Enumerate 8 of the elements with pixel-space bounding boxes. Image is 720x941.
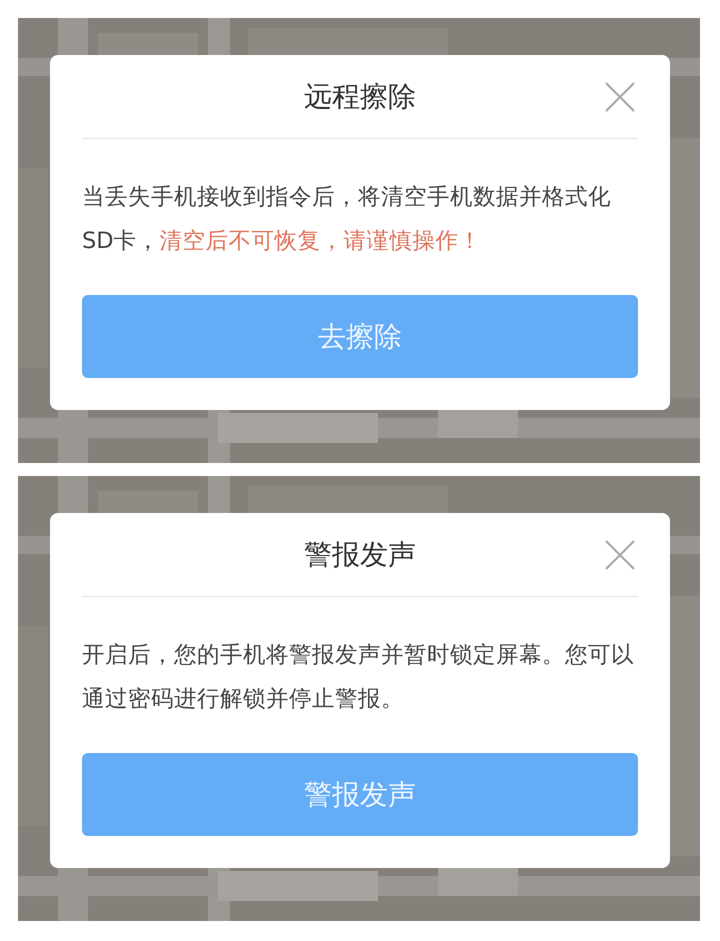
close-icon[interactable]	[604, 539, 636, 571]
action-button[interactable]: 去擦除	[82, 295, 638, 378]
action-button[interactable]: 警报发声	[82, 753, 638, 836]
dialog-title: 警报发声	[304, 536, 416, 572]
close-icon[interactable]	[604, 81, 636, 113]
dialog-message: 开启后，您的手机将警报发声并暂时锁定屏幕。您可以通过密码进行解锁并停止警报。	[82, 641, 635, 714]
dialog-message: 当丢失手机接收到指令后，将清空手机数据并格式化SD卡，清空后不可恢复，请谨慎操作！	[82, 183, 612, 256]
dialog-title: 远程擦除	[304, 78, 416, 114]
